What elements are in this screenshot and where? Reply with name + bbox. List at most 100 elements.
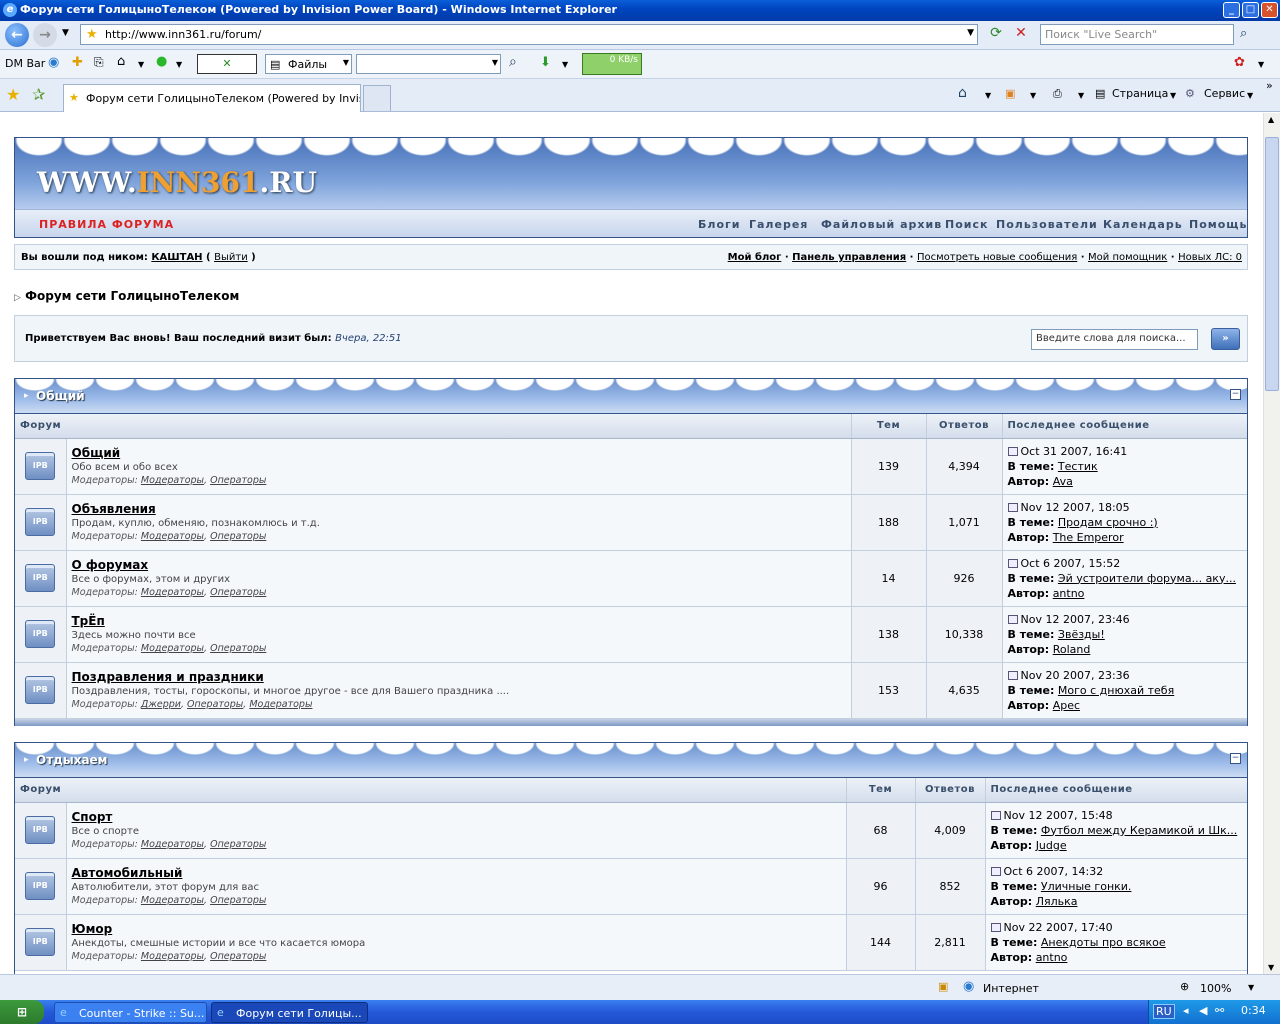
minimize-button[interactable]: _ bbox=[1223, 2, 1240, 18]
address-dropdown-icon[interactable]: ▼ bbox=[967, 28, 974, 38]
zoom-dropdown-icon[interactable]: ▼ bbox=[1248, 983, 1254, 992]
service-dropdown-icon[interactable]: ▼ bbox=[1247, 91, 1253, 100]
print-icon[interactable]: ⎙ bbox=[1053, 87, 1062, 101]
maximize-button[interactable]: □ bbox=[1242, 2, 1259, 18]
site-logo[interactable]: WWW.INN361.RU bbox=[37, 166, 317, 199]
moderator-link[interactable]: Модераторы bbox=[141, 643, 204, 654]
status-dot-icon[interactable]: ● bbox=[156, 54, 167, 69]
last-post-topic-link[interactable]: Уличные гонки. bbox=[1041, 880, 1132, 893]
back-button[interactable]: ← bbox=[5, 23, 29, 47]
moderator-link[interactable]: Модераторы bbox=[141, 951, 204, 962]
stop-icon[interactable]: ✕ bbox=[1011, 25, 1031, 45]
task-counter-strike[interactable]: e Counter - Strike :: Su... bbox=[54, 1002, 207, 1023]
moderator-link[interactable]: Операторы bbox=[210, 531, 266, 542]
last-post-icon[interactable] bbox=[990, 810, 1001, 820]
new-tab-button[interactable] bbox=[363, 85, 391, 111]
last-post-author-link[interactable]: Judge bbox=[1036, 839, 1067, 852]
connection-icon[interactable]: ✕ bbox=[197, 54, 257, 74]
last-post-icon[interactable] bbox=[990, 866, 1001, 876]
forum-title-link[interactable]: ТрЁп bbox=[72, 614, 851, 628]
last-post-icon[interactable] bbox=[1007, 446, 1018, 456]
nav-users[interactable]: Пользователи bbox=[996, 218, 1098, 231]
last-post-topic-link[interactable]: Футбол между Керамикой и Шк... bbox=[1041, 824, 1237, 837]
forum-title-link[interactable]: Автомобильный bbox=[72, 866, 846, 880]
tray-clock[interactable]: 0:34 bbox=[1241, 1004, 1266, 1017]
last-post-icon[interactable] bbox=[1007, 558, 1018, 568]
moderator-link[interactable]: Операторы bbox=[210, 895, 266, 906]
moderator-link[interactable]: Операторы bbox=[210, 951, 266, 962]
forum-search-go-button[interactable]: » bbox=[1211, 328, 1240, 350]
dm-combo-input[interactable]: ▼ bbox=[356, 54, 501, 74]
last-post-icon[interactable] bbox=[990, 922, 1001, 932]
last-post-author-link[interactable]: Roland bbox=[1053, 643, 1091, 656]
ie-home-icon[interactable]: ⌂ bbox=[958, 85, 967, 101]
last-post-topic-link[interactable]: Звёзды! bbox=[1058, 628, 1105, 641]
add-icon[interactable]: ✚ bbox=[72, 55, 83, 70]
forum-title-link[interactable]: О форумах bbox=[72, 558, 851, 572]
new-posts-link[interactable]: Посмотреть новые сообщения bbox=[917, 252, 1077, 263]
download-dropdown-icon[interactable]: ▼ bbox=[562, 60, 568, 69]
last-post-topic-link[interactable]: Эй устроители форума... аку... bbox=[1058, 572, 1236, 585]
nav-file-archive[interactable]: Файловый архив bbox=[821, 218, 942, 231]
favorites-center-icon[interactable]: ★ bbox=[6, 85, 20, 104]
collapse-icon[interactable]: − bbox=[1230, 389, 1241, 400]
logout-link[interactable]: Выйти bbox=[214, 252, 248, 263]
window-titlebar[interactable]: e Форум сети ГолицыноТелеком (Powered by… bbox=[0, 0, 1280, 21]
last-post-topic-link[interactable]: Анекдоты про всякое bbox=[1041, 936, 1166, 949]
tools-dropdown-icon[interactable]: ▼ bbox=[1258, 60, 1264, 69]
dm-search-icon[interactable]: ⌕ bbox=[509, 54, 517, 70]
forum-title-link[interactable]: Объявления bbox=[72, 502, 851, 516]
history-dropdown-icon[interactable]: ▼ bbox=[62, 28, 69, 38]
nav-blogs[interactable]: Блоги bbox=[698, 218, 740, 231]
my-blog-link[interactable]: Мой блог bbox=[728, 252, 782, 263]
collapse-icon[interactable]: − bbox=[1230, 753, 1241, 764]
more-tools-icon[interactable]: » bbox=[1266, 79, 1273, 92]
last-post-icon[interactable] bbox=[1007, 502, 1018, 512]
task-forum[interactable]: e Форум сети Голицы... bbox=[211, 1002, 368, 1023]
forward-button[interactable]: → bbox=[33, 23, 57, 47]
nav-help[interactable]: Помощь bbox=[1189, 218, 1247, 231]
last-post-icon[interactable] bbox=[1007, 614, 1018, 624]
category-title[interactable]: Отдыхаем bbox=[36, 753, 107, 767]
forum-title-link[interactable]: Юмор bbox=[72, 922, 846, 936]
last-post-author-link[interactable]: The Emperor bbox=[1053, 531, 1124, 544]
nav-calendar[interactable]: Календарь bbox=[1103, 218, 1183, 231]
live-search-input[interactable]: Поиск "Live Search" bbox=[1040, 24, 1234, 45]
network-icon[interactable]: ⚯ bbox=[1215, 1004, 1224, 1017]
service-menu[interactable]: Сервис bbox=[1204, 87, 1245, 100]
home-icon[interactable]: ⌂ bbox=[117, 54, 125, 69]
globe-icon[interactable]: ◉ bbox=[48, 55, 59, 70]
last-post-topic-link[interactable]: Продам срочно :) bbox=[1058, 516, 1158, 529]
scroll-up-icon[interactable]: ▲ bbox=[1268, 115, 1274, 124]
moderator-link[interactable]: Модераторы bbox=[141, 587, 204, 598]
zoom-level[interactable]: 100% bbox=[1200, 982, 1231, 995]
control-panel-link[interactable]: Панель управления bbox=[792, 252, 906, 263]
last-post-topic-link[interactable]: Мого с днюхай тебя bbox=[1058, 684, 1174, 697]
download-icon[interactable]: ⬇ bbox=[540, 55, 551, 70]
volume-icon[interactable]: ◀ bbox=[1199, 1004, 1207, 1017]
print-dropdown-icon[interactable]: ▼ bbox=[1078, 91, 1084, 100]
clipboard-icon[interactable]: ⎘ bbox=[94, 55, 104, 70]
moderator-link[interactable]: Модераторы bbox=[141, 475, 204, 486]
page-dropdown-icon[interactable]: ▼ bbox=[1170, 91, 1176, 100]
close-button[interactable]: ✕ bbox=[1261, 2, 1278, 18]
forum-search-input[interactable]: Введите слова для поиска... bbox=[1031, 329, 1198, 350]
moderator-link[interactable]: Операторы bbox=[210, 587, 266, 598]
moderator-link[interactable]: Модераторы bbox=[141, 895, 204, 906]
files-select[interactable]: ▤ Файлы ▼ bbox=[265, 54, 352, 74]
last-post-topic-link[interactable]: Тестик bbox=[1058, 460, 1098, 473]
assistant-link[interactable]: Мой помощник bbox=[1088, 252, 1167, 263]
tray-arrow-icon[interactable]: ◂ bbox=[1183, 1004, 1189, 1017]
start-button[interactable]: ⊞ bbox=[0, 1000, 44, 1024]
tools-icon[interactable]: ✿ bbox=[1234, 55, 1245, 70]
last-post-author-link[interactable]: Apec bbox=[1053, 699, 1080, 712]
forum-title-link[interactable]: Поздравления и праздники bbox=[72, 670, 851, 684]
vertical-scrollbar[interactable]: ▲ ▼ bbox=[1263, 113, 1280, 974]
moderator-link[interactable]: Операторы bbox=[187, 699, 243, 710]
breadcrumb-title[interactable]: Форум сети ГолицыноТелеком bbox=[25, 289, 239, 303]
rss-dropdown-icon[interactable]: ▼ bbox=[1030, 91, 1036, 100]
page-menu[interactable]: Страница bbox=[1112, 87, 1168, 100]
moderator-link[interactable]: Модераторы bbox=[141, 839, 204, 850]
user-nick-link[interactable]: КАШТАН bbox=[151, 252, 202, 263]
forum-title-link[interactable]: Спорт bbox=[72, 810, 846, 824]
